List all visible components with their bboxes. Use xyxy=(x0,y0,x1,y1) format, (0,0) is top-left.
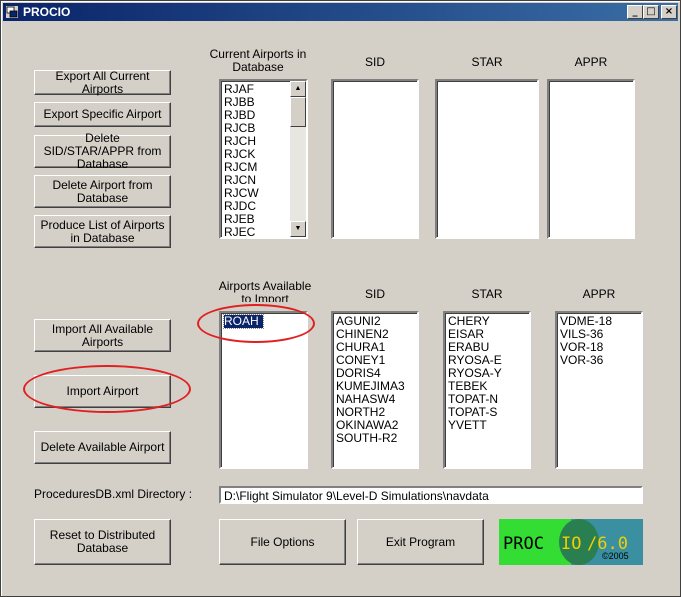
directory-input[interactable]: D:\Flight Simulator 9\Level-D Simulation… xyxy=(219,486,643,504)
produce-list-button[interactable]: Produce List of Airports in Database xyxy=(34,215,171,248)
app-icon xyxy=(6,6,18,18)
current-appr-label: APPR xyxy=(574,55,608,69)
current-sid-label: SID xyxy=(364,55,385,69)
delete-procedures-button[interactable]: Delete SID/STAR/APPR from Database xyxy=(34,132,171,171)
delete-airport-button[interactable]: Delete Airport from Database xyxy=(34,175,171,208)
current-airports-label: Current Airports in Database xyxy=(209,47,307,74)
import-all-button[interactable]: Import All Available Airports xyxy=(34,319,171,352)
logo-text-proc: PROC xyxy=(503,534,544,554)
reset-database-button[interactable]: Reset to Distributed Database xyxy=(34,519,171,565)
available-sid-list[interactable]: AGUNI2 CHINEN2 CHURA1 CONEY1 DORIS4 KUMEJIMA3… xyxy=(331,311,419,469)
list-item[interactable]: RJEC xyxy=(224,226,259,238)
current-airports-list[interactable]: RJAF RJBB RJBD RJCB RJCH RJCK RJCM RJCN RJCW RJDC… xyxy=(219,79,308,239)
maximize-button[interactable]: □ xyxy=(643,5,659,19)
current-sid-list[interactable] xyxy=(331,79,419,239)
current-star-label: STAR xyxy=(471,55,503,69)
scroll-thumb[interactable] xyxy=(290,97,306,127)
logo-text-io: IO xyxy=(561,534,581,554)
file-options-button[interactable]: File Options xyxy=(219,519,346,565)
logo-copyright: ©2005 xyxy=(602,551,629,561)
window-title: PROCIO xyxy=(23,5,71,19)
import-airport-button[interactable]: Import Airport xyxy=(34,375,171,408)
list-item[interactable]: SOUTH-R2 xyxy=(336,432,405,445)
minimize-button[interactable]: _ xyxy=(627,5,643,19)
scroll-up-icon[interactable]: ▲ xyxy=(290,81,306,97)
current-star-list[interactable] xyxy=(435,79,539,239)
procio-logo: PROC IO /6.0 ©2005 xyxy=(499,519,643,565)
list-item[interactable]: YVETT xyxy=(448,419,502,432)
directory-label: ProceduresDB.xml Directory : xyxy=(34,487,193,501)
available-airports-label: Airports Available to Import xyxy=(218,280,312,302)
available-sid-label: SID xyxy=(364,287,385,301)
list-item[interactable]: VOR-36 xyxy=(560,354,612,367)
available-appr-label: APPR xyxy=(582,287,616,301)
close-button[interactable]: × xyxy=(661,5,677,19)
available-star-list[interactable]: CHERY EISAR ERABU RYOSA-E RYOSA-Y TEBEK TOPAT-… xyxy=(443,311,531,469)
current-airports-scrollbar[interactable]: ▲ ▼ xyxy=(290,81,306,237)
available-appr-list[interactable]: VDME-18 VILS-36 VOR-18 VOR-36 xyxy=(555,311,643,469)
available-star-label: STAR xyxy=(471,287,503,301)
export-all-button[interactable]: Export All Current Airports xyxy=(34,69,171,95)
scroll-down-icon[interactable]: ▼ xyxy=(290,221,306,237)
list-item-selected[interactable]: ROAH xyxy=(223,314,264,329)
current-appr-list[interactable] xyxy=(547,79,635,239)
available-airports-list[interactable]: ROAH xyxy=(219,311,308,469)
exit-program-button[interactable]: Exit Program xyxy=(357,519,484,565)
export-specific-button[interactable]: Export Specific Airport xyxy=(34,102,171,127)
title-bar: PROCIO _ □ × xyxy=(3,3,678,21)
delete-available-button[interactable]: Delete Available Airport xyxy=(34,431,171,464)
main-window: PROCIO _ □ × Export All Current Airports… xyxy=(0,0,681,597)
